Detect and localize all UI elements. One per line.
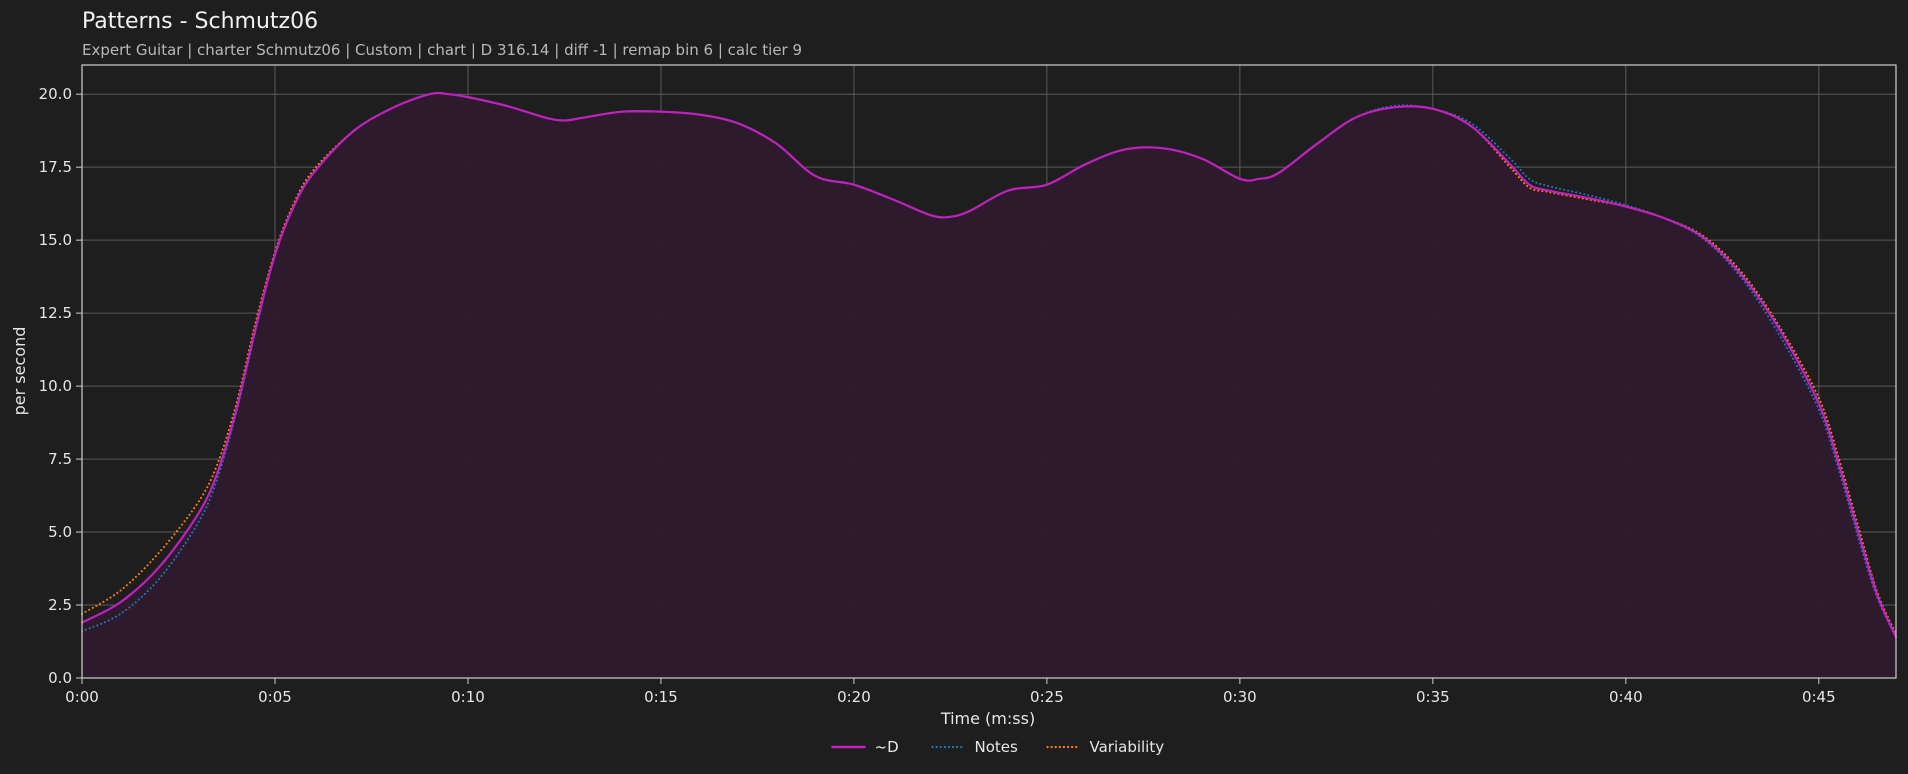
legend-label: Variability xyxy=(1090,738,1165,756)
chart-title: Patterns - Schmutz06 xyxy=(82,9,318,34)
series-area-d xyxy=(82,92,1896,678)
x-tick-label: 0:20 xyxy=(837,688,871,706)
y-tick-label: 17.5 xyxy=(39,158,72,176)
y-tick-label: 10.0 xyxy=(39,377,72,395)
y-axis-label: per second xyxy=(10,327,29,416)
y-tick-label: 15.0 xyxy=(39,231,72,249)
y-tick-label: 7.5 xyxy=(48,450,72,468)
x-tick-label: 0:35 xyxy=(1416,688,1450,706)
chart-svg: Patterns - Schmutz06 Expert Guitar | cha… xyxy=(10,9,1898,756)
chart-container: Patterns - Schmutz06 Expert Guitar | cha… xyxy=(0,0,1908,774)
y-tick-label: 0.0 xyxy=(48,669,72,687)
legend-label: ~D xyxy=(875,738,899,756)
y-tick-label: 12.5 xyxy=(39,304,72,322)
x-tick-label: 0:25 xyxy=(1030,688,1064,706)
chart-subtitle: Expert Guitar | charter Schmutz06 | Cust… xyxy=(82,41,802,59)
legend-item-variability: Variability xyxy=(1046,738,1165,756)
x-tick-label: 0:05 xyxy=(258,688,292,706)
x-tick-label: 0:10 xyxy=(451,688,485,706)
x-tick-label: 0:30 xyxy=(1223,688,1257,706)
y-tick-label: 20.0 xyxy=(39,85,72,103)
x-axis-label: Time (m:ss) xyxy=(940,709,1035,728)
x-tick-label: 0:45 xyxy=(1802,688,1836,706)
legend: ~D Notes Variability xyxy=(831,738,1165,756)
y-tick-label: 5.0 xyxy=(48,523,72,541)
x-tick-label: 0:15 xyxy=(644,688,678,706)
y-tick-label: 2.5 xyxy=(48,596,72,614)
area-fill-layer xyxy=(82,92,1896,678)
legend-item-notes: Notes xyxy=(931,738,1019,756)
legend-item-d: ~D xyxy=(831,738,899,756)
legend-label: Notes xyxy=(975,738,1019,756)
x-tick-label: 0:40 xyxy=(1609,688,1643,706)
x-tick-label: 0:00 xyxy=(65,688,99,706)
